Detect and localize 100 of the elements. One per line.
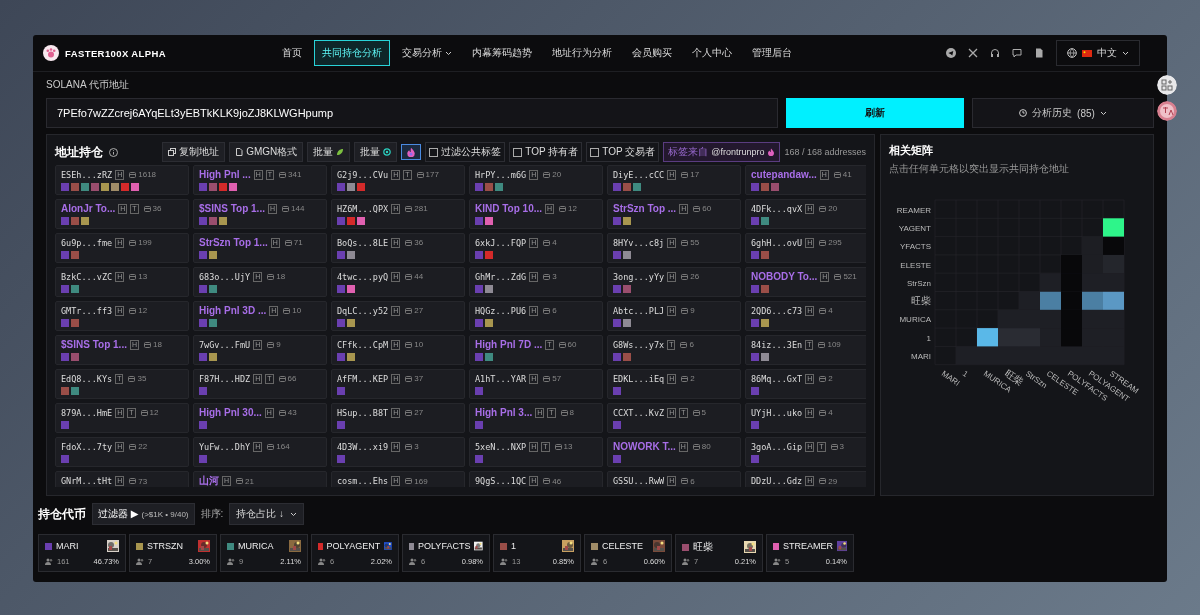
filter-checkbox[interactable]: TOP 持有者 xyxy=(509,142,583,162)
nav-tab[interactable]: 地址行为分析 xyxy=(544,40,621,66)
axis-label: YFACTS xyxy=(899,242,931,252)
logo-icon xyxy=(43,45,59,61)
tool-button[interactable]: 批量 xyxy=(307,142,351,162)
trade-count: 73 xyxy=(138,476,148,486)
leaf-icon xyxy=(336,148,345,156)
wallet-icon xyxy=(282,205,289,212)
source-badge[interactable]: 标签来自 @frontrunpro xyxy=(663,142,781,162)
wallet-address: F87H...HDZ xyxy=(199,373,251,384)
wallet-address: 6ghH...ovU xyxy=(751,237,803,248)
heatmap-cell[interactable] xyxy=(977,328,998,347)
nav-tab[interactable]: 共同持仓分析 xyxy=(314,40,391,66)
heatmap-cell[interactable] xyxy=(1040,273,1061,292)
tool-button[interactable]: GMGN格式 xyxy=(229,142,304,162)
trade-count: 13 xyxy=(563,442,573,451)
heatmap-cell[interactable] xyxy=(956,346,977,365)
apps-icon[interactable] xyxy=(1157,75,1177,95)
filter-checkbox[interactable]: TOP 交易者 xyxy=(586,142,660,162)
nav-tab[interactable]: 内幕筹码趋势 xyxy=(464,40,541,66)
wallet-address: BzkC...vZC xyxy=(61,271,113,282)
panel-title: 地址持仓 xyxy=(55,143,103,161)
translate-icon[interactable] xyxy=(1157,101,1177,121)
wallet-icon xyxy=(143,205,151,212)
token-name: CELESTE xyxy=(602,541,643,551)
history-dropdown[interactable]: 分析历史 (85) xyxy=(972,98,1154,128)
heatmap-cell[interactable] xyxy=(1061,328,1082,347)
filter-checkbox[interactable]: 过滤公共标签 xyxy=(425,142,506,162)
heatmap-cell[interactable] xyxy=(1061,273,1082,292)
trade-count: 169 xyxy=(414,476,428,486)
trade-count: 27 xyxy=(414,408,424,417)
heatmap-cell[interactable] xyxy=(1103,273,1124,292)
filter-button[interactable]: 过滤器 ▶ (>$1K • 9/40) xyxy=(92,503,195,525)
wallet-icon xyxy=(405,239,413,246)
wallet-address: YuFw...DhY xyxy=(199,441,251,452)
refresh-button[interactable]: 刷新 xyxy=(786,98,964,128)
wallet-address: DqLC...y52 xyxy=(337,305,389,316)
wallet-icon xyxy=(267,341,275,348)
wallet-icon xyxy=(819,307,827,314)
caret-icon xyxy=(1122,50,1129,56)
token-name: 1 xyxy=(511,541,516,551)
headset-icon[interactable] xyxy=(990,48,1000,58)
wallet-address: GSSU...RwW xyxy=(613,476,665,486)
tool-button[interactable]: 复制地址 xyxy=(162,142,226,162)
trade-count: 109 xyxy=(827,340,841,349)
trade-count: 12 xyxy=(149,408,159,417)
wallet-icon xyxy=(267,443,275,450)
wallet-address: 84iz...3En xyxy=(751,339,803,350)
wallet-icon xyxy=(405,443,413,450)
sort-select[interactable]: 持仓占比 ↓ xyxy=(229,503,305,525)
info-icon[interactable] xyxy=(109,147,118,157)
heatmap-cell[interactable] xyxy=(1103,218,1124,237)
wallet-icon xyxy=(559,205,567,212)
wallet-icon xyxy=(279,171,286,178)
wallet-address: 4twc...pyQ xyxy=(337,271,389,282)
nav-tab[interactable]: 首页 xyxy=(274,40,311,66)
wallet-icon xyxy=(405,205,413,212)
people-icon xyxy=(409,558,417,565)
axis-label: 1 xyxy=(960,368,970,379)
heatmap-cell[interactable] xyxy=(998,328,1019,347)
wallet-label: StrSzn Top ... xyxy=(613,203,677,214)
chat-icon[interactable] xyxy=(1012,48,1022,58)
wallet-icon xyxy=(129,307,137,314)
wallet-address: GMTr...ff3 xyxy=(61,305,113,316)
nav-tab[interactable]: 交易分析 xyxy=(394,40,461,66)
people-icon xyxy=(500,558,508,565)
wallet-icon xyxy=(405,409,413,416)
wallet-icon xyxy=(830,443,838,450)
nav-tab[interactable]: 个人中心 xyxy=(684,40,741,66)
send-icon[interactable] xyxy=(946,48,956,58)
wallet-icon xyxy=(693,205,701,212)
address-input[interactable]: 7PEfo7wZZcrej6AYqELt3yEBTkKLK9joZJ8KLWGHpump xyxy=(46,98,778,128)
wallet-icon xyxy=(833,171,841,178)
wallet-icon xyxy=(236,478,244,484)
wallet-label: KIND Top 10... xyxy=(475,203,543,214)
wallet-address: 3goA...Gip xyxy=(751,441,803,452)
wallet-address: DDzU...Gdz xyxy=(751,476,803,486)
wallet-address: 2QD6...c73 xyxy=(751,305,803,316)
tool-button[interactable]: 批量 xyxy=(354,142,398,162)
nav-tab[interactable]: 会员购买 xyxy=(624,40,681,66)
wallet-address: EdQ8...KYs xyxy=(61,373,113,384)
wallet-label: 山河 xyxy=(199,474,219,487)
trade-count: 144 xyxy=(291,204,305,213)
trade-count: 199 xyxy=(138,238,152,247)
wallet-label: StrSzn Top 1... xyxy=(199,237,268,248)
trade-count: 4 xyxy=(828,408,833,417)
wallet-label: $SINS Top 1... xyxy=(61,339,127,350)
wallet-icon xyxy=(128,375,136,382)
wallet-label: High Pnl 7D ... xyxy=(475,339,543,350)
x-icon[interactable] xyxy=(968,48,978,58)
trade-count: 9 xyxy=(690,306,695,315)
language-select[interactable]: 中文 xyxy=(1056,40,1140,66)
people-icon xyxy=(136,558,144,565)
wallet-address: A1hT...YAR xyxy=(475,373,527,384)
nav-tab[interactable]: 管理后台 xyxy=(744,40,801,66)
address-total: 168 / 168 addresses xyxy=(784,147,866,157)
document-icon[interactable] xyxy=(1034,48,1044,58)
wallet-icon xyxy=(558,341,566,348)
trade-count: 22 xyxy=(138,442,148,451)
fire-toggle[interactable] xyxy=(401,144,422,160)
